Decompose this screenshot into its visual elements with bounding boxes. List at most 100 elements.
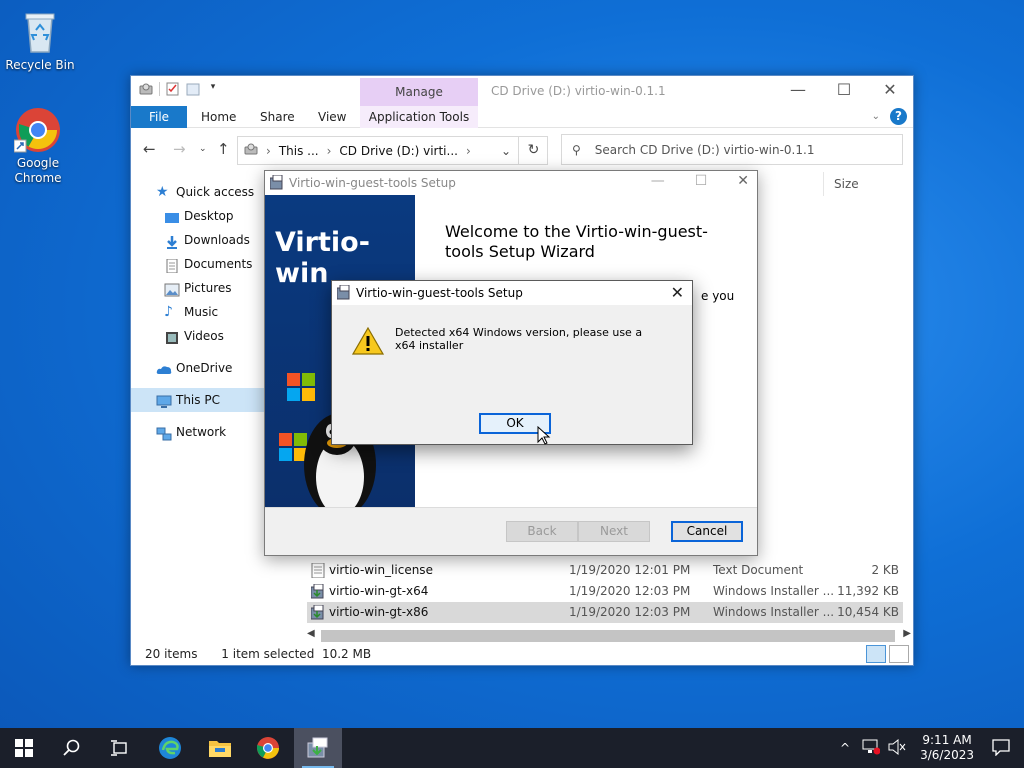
file-type: Windows Installer ... [713,605,835,619]
sidebar-item-documents[interactable]: Documents [131,252,265,276]
sidebar-item-music[interactable]: ♪ Music [131,300,265,324]
new-folder-icon[interactable] [186,82,200,96]
volume-muted-icon[interactable] [888,738,906,758]
maximize-button[interactable]: ☐ [821,76,867,106]
document-icon [164,257,180,274]
taskbar-setup-installer[interactable] [294,728,342,768]
explorer-titlebar[interactable]: ▾ Manage CD Drive (D:) virtio-win-0.1.1 … [131,76,913,106]
sidebar-item-label: This PC [176,393,220,407]
tab-home[interactable]: Home [201,106,236,128]
address-dropdown-icon[interactable]: ⌄ [501,144,511,158]
sidebar-item-network[interactable]: Network [131,420,265,444]
desktop-icon-google-chrome[interactable]: Google Chrome [0,106,78,186]
dialog-titlebar[interactable]: Virtio-win-guest-tools Setup ✕ [332,281,692,305]
separator [159,82,160,96]
wizard-title: Virtio-win-guest-tools Setup [289,176,456,190]
details-view-icon[interactable] [866,645,886,663]
chrome-icon [257,737,279,759]
task-view-button[interactable] [96,728,144,768]
breadcrumb-separator: › [465,143,471,158]
file-date: 1/19/2020 12:03 PM [569,584,691,598]
forward-arrow-icon[interactable]: → [173,140,186,158]
show-hidden-icons-icon[interactable]: ^ [840,741,850,755]
chrome-icon [13,106,62,154]
navigation-bar: ← → ⌄ ↑ › This ... › CD Drive (D:) virti… [131,128,913,170]
star-icon: ★ [156,184,169,200]
scroll-right-icon[interactable]: ▶ [903,628,911,639]
large-icons-view-icon[interactable] [889,645,909,663]
installer-icon [336,284,351,303]
taskbar-edge[interactable] [146,728,194,768]
properties-icon[interactable] [166,82,180,96]
network-icon [156,425,172,441]
desktop-icon-recycle-bin[interactable]: Recycle Bin [0,8,80,73]
download-icon [164,233,180,249]
sidebar-item-this-pc[interactable]: This PC [131,388,265,412]
wizard-titlebar[interactable]: Virtio-win-guest-tools Setup — ☐ ✕ [265,171,757,195]
search-button[interactable] [48,728,96,768]
address-bar[interactable]: › This ... › CD Drive (D:) virti... › ⌄ [237,136,548,165]
sidebar-item-downloads[interactable]: Downloads [131,228,265,252]
tab-view[interactable]: View [318,106,346,128]
text-file-icon [311,562,325,579]
installer-icon [269,174,284,193]
tab-application-tools[interactable]: Application Tools [360,106,478,128]
clock-time: 9:11 AM [922,733,972,747]
scrollbar-thumb[interactable] [321,630,895,642]
file-type: Text Document [713,563,804,577]
file-row[interactable]: virtio-win-gt-x64 1/19/2020 12:03 PM Win… [307,581,903,602]
sidebar-item-pictures[interactable]: Pictures [131,276,265,300]
warning-icon [351,326,385,358]
start-button[interactable] [0,728,48,768]
desktop-icon [164,209,180,223]
file-row[interactable]: virtio-win_license 1/19/2020 12:01 PM Te… [307,560,903,581]
breadcrumb-this-pc[interactable]: This ... [279,144,319,158]
file-size: 2 KB [871,563,899,577]
sidebar-item-onedrive[interactable]: OneDrive [131,356,265,380]
up-arrow-icon[interactable]: ↑ [217,140,230,158]
sidebar-item-videos[interactable]: Videos [131,324,265,348]
mouse-pointer-icon [537,426,551,445]
taskbar-file-explorer[interactable] [196,728,244,768]
file-row-selected[interactable]: virtio-win-gt-x86 1/19/2020 12:03 PM Win… [307,602,903,623]
search-box[interactable]: ⚲ Search CD Drive (D:) virtio-win-0.1.1 [561,134,903,165]
next-button[interactable]: Next [578,521,650,542]
back-arrow-icon[interactable]: ← [143,140,156,158]
file-date: 1/19/2020 12:03 PM [569,605,691,619]
minimize-button[interactable]: — [651,173,665,189]
manage-contextual-header: Manage [360,78,478,106]
breadcrumb-cd-drive[interactable]: CD Drive (D:) virti... [339,144,458,158]
notifications-icon[interactable] [992,738,1010,759]
help-icon[interactable]: ? [890,108,907,125]
customize-qat-icon[interactable]: ▾ [206,82,220,96]
sidebar-item-label: Music [184,305,219,319]
close-button[interactable]: ✕ [867,76,913,106]
close-button[interactable]: ✕ [737,173,749,189]
close-icon[interactable]: ✕ [671,283,684,302]
network-icon[interactable] [862,739,881,758]
sidebar-item-label: OneDrive [176,361,233,375]
file-name: virtio-win_license [329,563,433,577]
minimize-button[interactable]: — [775,76,821,106]
sidebar-item-label: Documents [184,257,253,271]
tab-file[interactable]: File [131,106,187,128]
dialog-message: Detected x64 Windows version, please use… [395,326,643,352]
tab-share[interactable]: Share [260,106,295,128]
system-tray: ^ 9:11 AM 3/6/2023 [840,728,1024,768]
column-header-size[interactable]: Size [823,172,903,196]
taskbar-chrome[interactable] [244,728,292,768]
cancel-button[interactable]: Cancel [671,521,743,542]
wizard-footer: Back Next Cancel [265,507,757,555]
ribbon-tabs: File Home Share View Application Tools ⌄… [131,106,913,128]
sidebar-item-label: Pictures [184,281,232,295]
sidebar-item-quick-access[interactable]: ★ Quick access [131,180,265,204]
sidebar-item-desktop[interactable]: Desktop [131,204,265,228]
maximize-button[interactable]: ☐ [695,173,708,189]
scroll-left-icon[interactable]: ◀ [307,628,315,639]
recent-locations-icon[interactable]: ⌄ [199,144,207,154]
refresh-button[interactable]: ↻ [518,136,548,165]
expand-ribbon-icon[interactable]: ⌄ [872,111,880,122]
computer-icon [156,393,172,408]
back-button[interactable]: Back [506,521,578,542]
clock[interactable]: 9:11 AM 3/6/2023 [920,733,974,763]
